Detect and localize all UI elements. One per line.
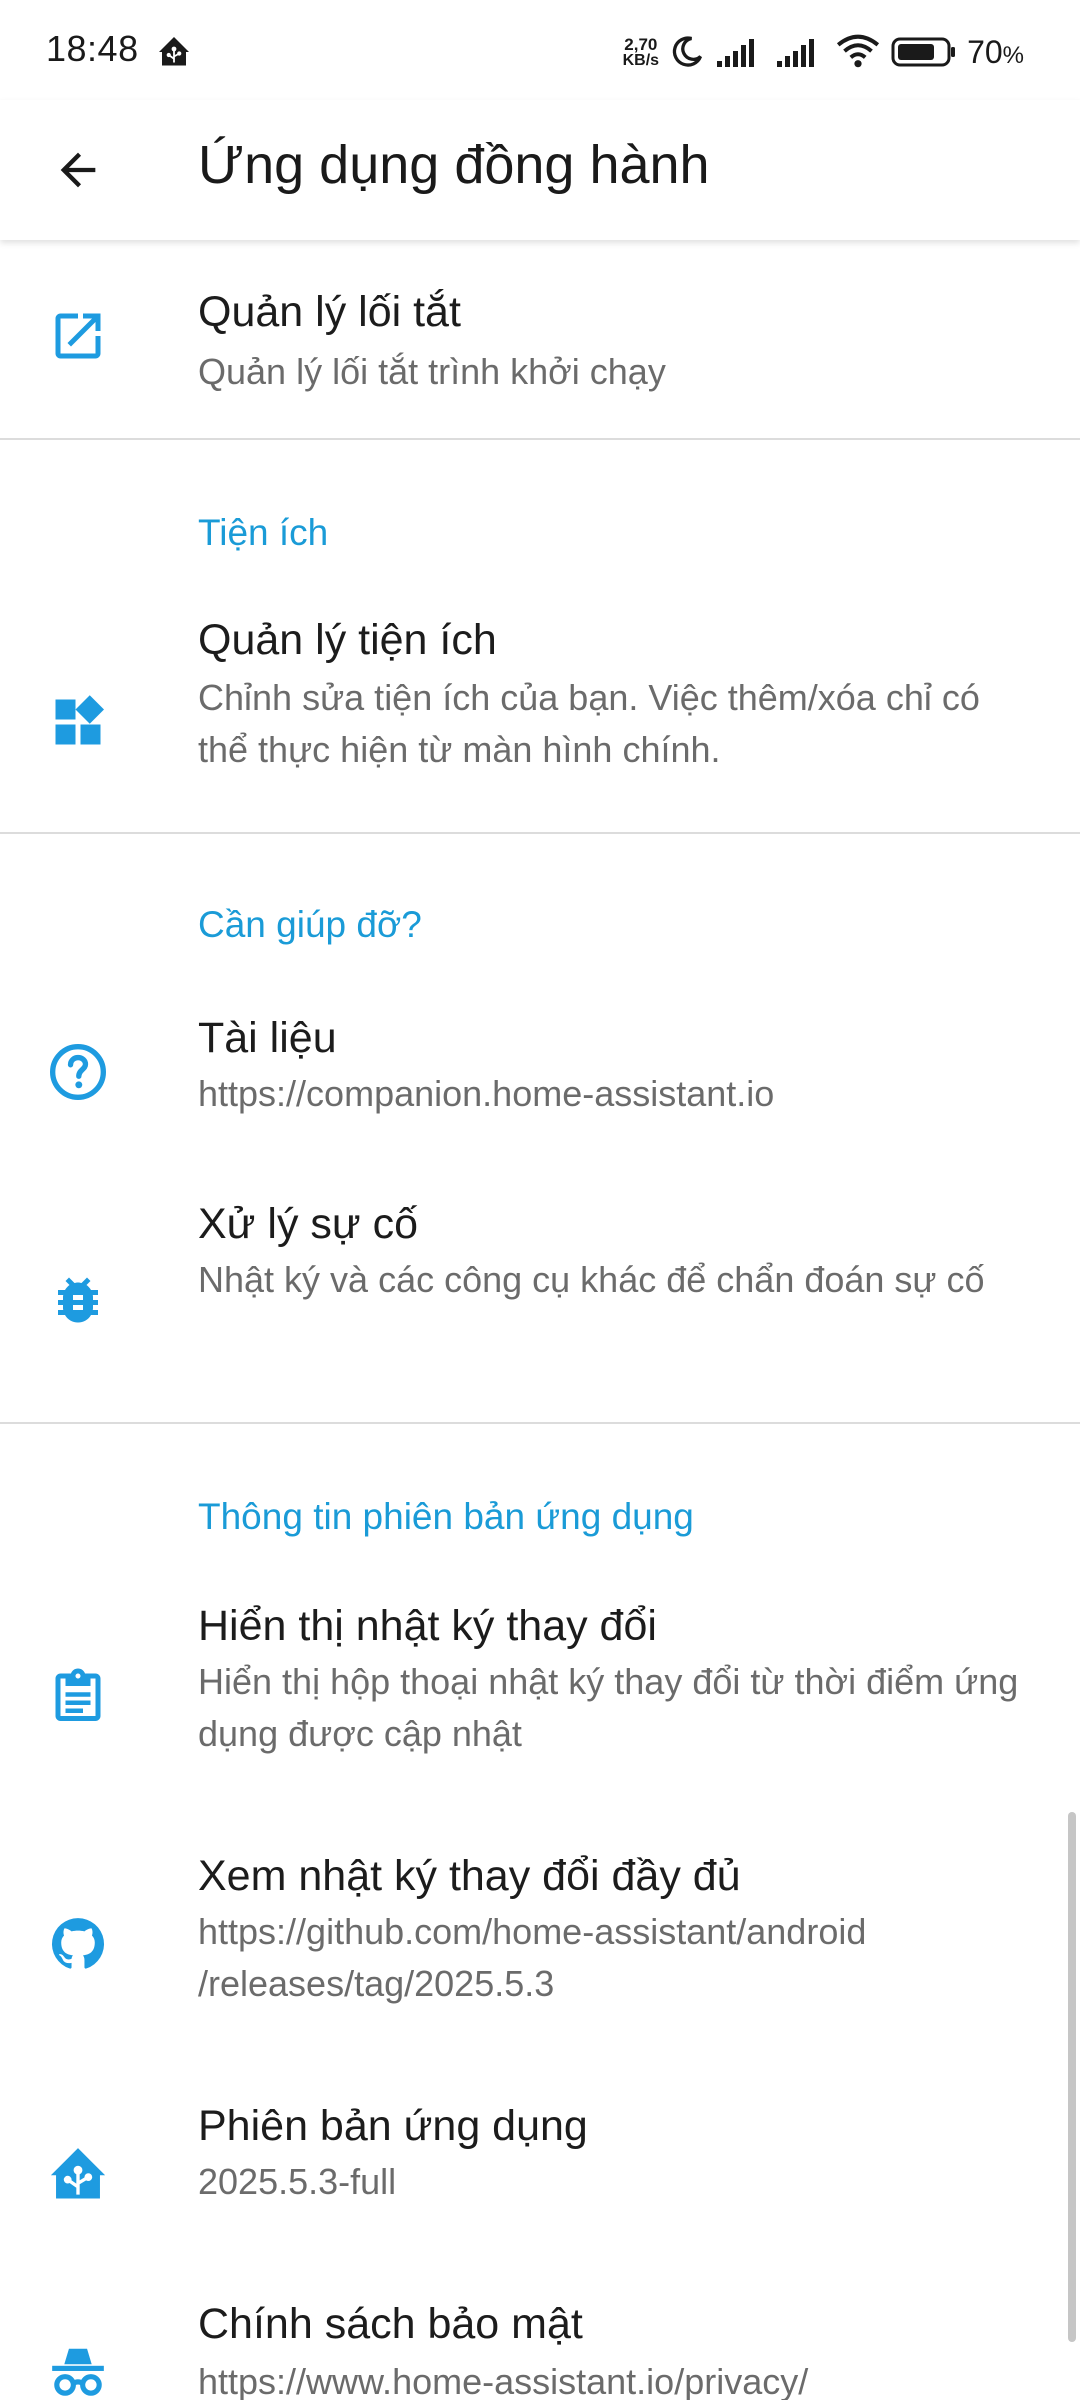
list-item-title: Quản lý lối tắt (198, 288, 461, 336)
widgets-icon (42, 686, 114, 758)
list-item-manage-shortcuts[interactable]: Quản lý lối tắt Quản lý lối tắt trình kh… (0, 240, 1080, 438)
network-speed: 2,70 KB/s (623, 36, 659, 69)
status-time: 18:48 (46, 28, 139, 69)
list-item-title: Xem nhật ký thay đổi đầy đủ (198, 1852, 741, 1900)
signal-icon (715, 35, 765, 69)
list-item-title: Chính sách bảo mật (198, 2300, 583, 2348)
incognito-icon (42, 2336, 114, 2400)
help-circle-icon (42, 1036, 114, 1108)
battery-icon (891, 35, 957, 69)
list-item-title: Phiên bản ứng dụng (198, 2102, 588, 2150)
list-item-subtitle: https://companion.home-assistant.io (198, 1073, 775, 1114)
list-item-troubleshooting[interactable]: Xử lý sự cố Nhật ký và các công cụ khác … (0, 1200, 1080, 1420)
list-item-documentation[interactable]: Tài liệu https://companion.home-assistan… (0, 1010, 1080, 1170)
list-item-show-changelog[interactable]: Hiển thị nhật ký thay đổi Hiển thị hộp t… (0, 1602, 1080, 1820)
home-assistant-icon (42, 2138, 114, 2210)
network-speed-unit: KB/s (622, 51, 660, 69)
companion-app-settings-screen: 18:48 2,70 KB/s 70% Ứng dụng đồng hành Q… (0, 0, 1080, 2400)
network-speed-value: 2,70 (624, 34, 658, 54)
back-button[interactable] (38, 130, 118, 210)
list-item-subtitle: Nhật ký và các công cụ khác để chẩn đoán… (198, 1259, 985, 1300)
divider (0, 832, 1080, 834)
list-item-subtitle: https://www.home-assistant.io/privacy/ (198, 2361, 809, 2400)
list-item-subtitle: 2025.5.3-full (198, 2161, 397, 2202)
arrow-back-icon (60, 152, 96, 188)
moon-icon (669, 34, 705, 70)
status-icons: 2,70 KB/s 70% (623, 30, 1024, 74)
scrollbar[interactable] (1068, 1812, 1076, 2342)
list-item-subtitle: Quản lý lối tắt trình khởi chạy (198, 351, 666, 392)
wifi-icon (835, 34, 881, 70)
list-item-title: Hiển thị nhật ký thay đổi (198, 1602, 657, 1650)
list-item-privacy-policy[interactable]: Chính sách bảo mật https://www.home-assi… (0, 2300, 1080, 2400)
battery-percent: 70% (967, 34, 1024, 71)
app-bar: Ứng dụng đồng hành (0, 100, 1080, 240)
divider (0, 1422, 1080, 1424)
battery-percent-value: 70 (967, 33, 1003, 70)
signal-icon-2 (775, 35, 825, 69)
list-item-app-version[interactable]: Phiên bản ứng dụng 2025.5.3-full (0, 2102, 1080, 2262)
list-item-subtitle: Hiển thị hộp thoại nhật ký thay đổi từ t… (198, 1661, 1019, 1754)
list-item-full-changelog[interactable]: Xem nhật ký thay đổi đầy đủ https://gith… (0, 1852, 1080, 2070)
list-item-title: Quản lý tiện ích (198, 616, 497, 664)
list-item-subtitle: https://github.com/home-assistant/androi… (198, 1911, 867, 2004)
open-in-new-icon (42, 300, 114, 372)
settings-list: Quản lý lối tắt Quản lý lối tắt trình kh… (0, 240, 1080, 2400)
github-icon (42, 1908, 114, 1980)
divider (0, 438, 1080, 440)
bug-icon (42, 1264, 114, 1336)
section-header-help: Cần giúp đỡ? (198, 904, 422, 945)
battery-percent-unit: % (1002, 41, 1024, 69)
list-item-manage-widgets[interactable]: Quản lý tiện ích Chỉnh sửa tiện ích của … (0, 616, 1080, 842)
section-header-widgets: Tiện ích (198, 512, 329, 553)
clipboard-text-icon (42, 1660, 114, 1732)
page-title: Ứng dụng đồng hành (198, 135, 710, 195)
list-item-subtitle: Chỉnh sửa tiện ích của bạn. Việc thêm/xó… (198, 677, 980, 770)
home-assistant-notification-icon (156, 34, 192, 70)
status-bar: 18:48 2,70 KB/s 70% (0, 0, 1080, 100)
list-item-title: Xử lý sự cố (198, 1200, 419, 1248)
section-header-version: Thông tin phiên bản ứng dụng (198, 1496, 694, 1537)
list-item-title: Tài liệu (198, 1014, 337, 1062)
